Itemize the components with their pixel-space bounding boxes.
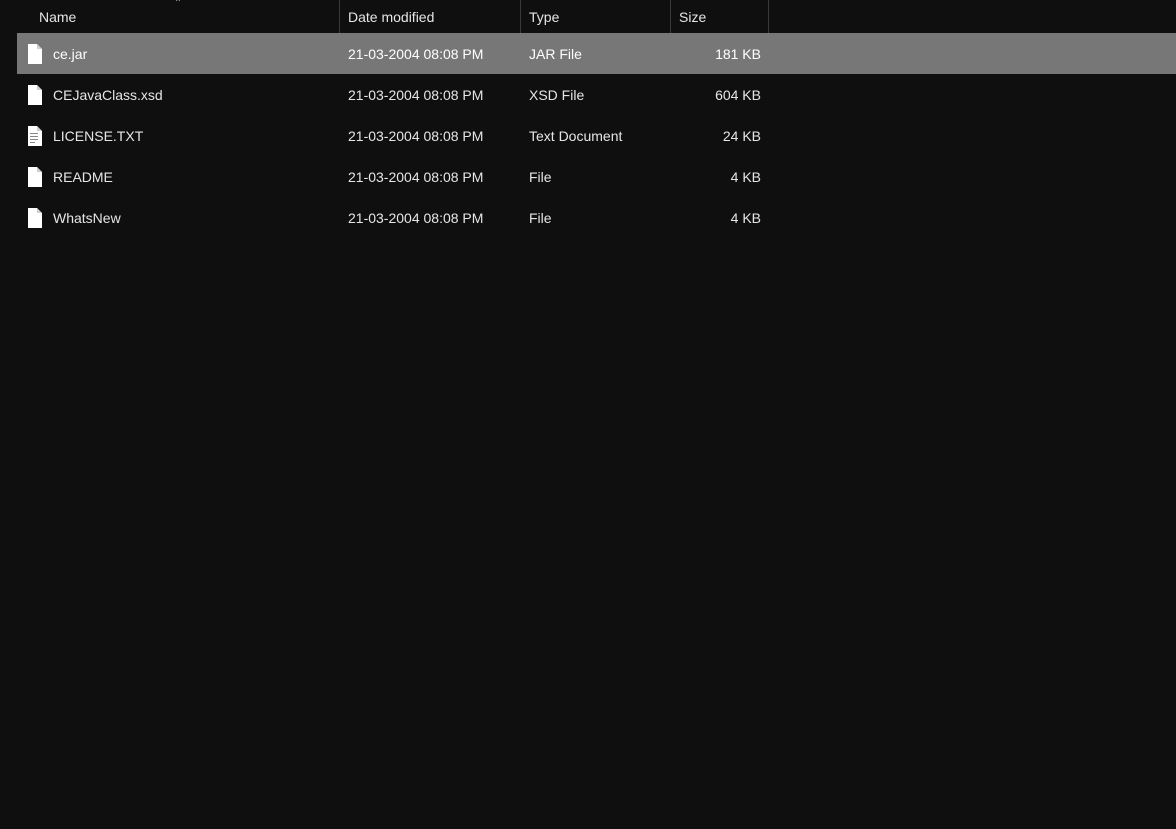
column-header-type-label: Type (529, 9, 559, 25)
column-header-size-label: Size (679, 9, 706, 25)
file-size-cell: 181 KB (671, 33, 769, 74)
file-size-label: 181 KB (715, 46, 761, 62)
file-size-cell: 24 KB (671, 115, 769, 156)
file-name-cell: CEJavaClass.xsd (17, 74, 340, 115)
sort-ascending-icon: ⌃ (174, 0, 182, 9)
file-type-label: File (529, 169, 552, 185)
column-header-name[interactable]: ⌃ Name (17, 0, 340, 33)
file-row[interactable]: README 21-03-2004 08:08 PM File 4 KB (17, 156, 1176, 197)
file-name-label: LICENSE.TXT (53, 128, 143, 144)
file-name-cell: ce.jar (17, 33, 340, 74)
file-row[interactable]: WhatsNew 21-03-2004 08:08 PM File 4 KB (17, 197, 1176, 238)
file-name-label: ce.jar (53, 46, 87, 62)
column-header-size[interactable]: Size (671, 0, 769, 33)
file-type-cell: XSD File (521, 74, 671, 115)
file-icon (25, 125, 43, 147)
file-name-cell: LICENSE.TXT (17, 115, 340, 156)
file-type-cell: JAR File (521, 33, 671, 74)
file-date-label: 21-03-2004 08:08 PM (348, 87, 483, 103)
file-icon (25, 207, 43, 229)
file-name-cell: README (17, 156, 340, 197)
file-date-cell: 21-03-2004 08:08 PM (340, 115, 521, 156)
file-type-cell: File (521, 156, 671, 197)
file-name-label: README (53, 169, 113, 185)
file-type-label: JAR File (529, 46, 582, 62)
file-rows: ce.jar 21-03-2004 08:08 PM JAR File 181 KB C… (17, 33, 1176, 238)
file-size-cell: 604 KB (671, 74, 769, 115)
file-name-label: WhatsNew (53, 210, 121, 226)
file-type-label: XSD File (529, 87, 584, 103)
column-header-name-label: Name (39, 9, 76, 25)
file-date-label: 21-03-2004 08:08 PM (348, 128, 483, 144)
file-size-label: 4 KB (731, 169, 761, 185)
column-header-date-label: Date modified (348, 9, 434, 25)
file-name-label: CEJavaClass.xsd (53, 87, 163, 103)
file-row[interactable]: CEJavaClass.xsd 21-03-2004 08:08 PM XSD Fi… (17, 74, 1176, 115)
file-type-label: Text Document (529, 128, 622, 144)
file-size-label: 4 KB (731, 210, 761, 226)
file-name-cell: WhatsNew (17, 197, 340, 238)
file-icon (25, 166, 43, 188)
file-type-label: File (529, 210, 552, 226)
file-date-cell: 21-03-2004 08:08 PM (340, 156, 521, 197)
column-header-type[interactable]: Type (521, 0, 671, 33)
file-date-cell: 21-03-2004 08:08 PM (340, 74, 521, 115)
column-header-date[interactable]: Date modified (340, 0, 521, 33)
file-type-cell: File (521, 197, 671, 238)
file-size-label: 604 KB (715, 87, 761, 103)
file-date-cell: 21-03-2004 08:08 PM (340, 197, 521, 238)
file-size-label: 24 KB (723, 128, 761, 144)
file-date-label: 21-03-2004 08:08 PM (348, 46, 483, 62)
file-size-cell: 4 KB (671, 197, 769, 238)
file-type-cell: Text Document (521, 115, 671, 156)
file-row[interactable]: ce.jar 21-03-2004 08:08 PM JAR File 181 KB (17, 33, 1176, 74)
file-date-label: 21-03-2004 08:08 PM (348, 169, 483, 185)
file-icon (25, 84, 43, 106)
file-size-cell: 4 KB (671, 156, 769, 197)
file-list: ⌃ Name Date modified Type Size ce.jar 21-… (0, 0, 1176, 238)
file-row[interactable]: LICENSE.TXT 21-03-2004 08:08 PM Text Docum… (17, 115, 1176, 156)
file-date-cell: 21-03-2004 08:08 PM (340, 33, 521, 74)
column-header-row: ⌃ Name Date modified Type Size (17, 0, 1176, 33)
file-icon (25, 43, 43, 65)
file-date-label: 21-03-2004 08:08 PM (348, 210, 483, 226)
